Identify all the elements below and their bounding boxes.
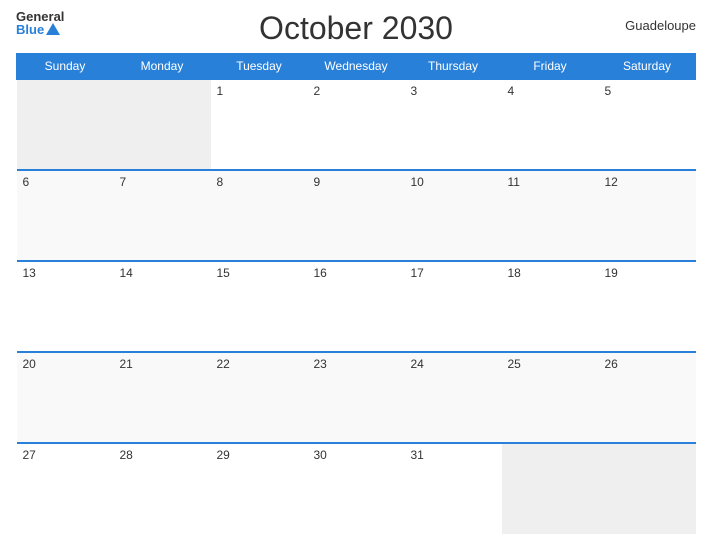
day-cell <box>17 79 114 170</box>
week-row-2: 6789101112 <box>17 170 696 261</box>
day-header-monday: Monday <box>114 54 211 80</box>
day-headers-row: SundayMondayTuesdayWednesdayThursdayFrid… <box>17 54 696 80</box>
week-row-5: 2728293031 <box>17 443 696 534</box>
day-cell: 11 <box>502 170 599 261</box>
day-cell: 22 <box>211 352 308 443</box>
day-cell: 3 <box>405 79 502 170</box>
day-cell: 24 <box>405 352 502 443</box>
day-cell: 7 <box>114 170 211 261</box>
logo-triangle-icon <box>46 23 60 35</box>
day-header-saturday: Saturday <box>599 54 696 80</box>
day-header-friday: Friday <box>502 54 599 80</box>
day-cell: 30 <box>308 443 405 534</box>
week-row-3: 13141516171819 <box>17 261 696 352</box>
day-cell: 9 <box>308 170 405 261</box>
day-cell: 17 <box>405 261 502 352</box>
week-row-1: 12345 <box>17 79 696 170</box>
calendar-table: SundayMondayTuesdayWednesdayThursdayFrid… <box>16 53 696 534</box>
calendar-header-row: SundayMondayTuesdayWednesdayThursdayFrid… <box>17 54 696 80</box>
day-cell <box>502 443 599 534</box>
day-cell: 28 <box>114 443 211 534</box>
day-cell: 15 <box>211 261 308 352</box>
day-cell: 5 <box>599 79 696 170</box>
month-title: October 2030 <box>259 10 453 47</box>
day-cell: 31 <box>405 443 502 534</box>
day-cell: 23 <box>308 352 405 443</box>
day-cell: 12 <box>599 170 696 261</box>
day-cell: 25 <box>502 352 599 443</box>
day-cell: 4 <box>502 79 599 170</box>
day-cell: 21 <box>114 352 211 443</box>
region-label: Guadeloupe <box>625 18 696 33</box>
day-cell: 19 <box>599 261 696 352</box>
week-row-4: 20212223242526 <box>17 352 696 443</box>
day-cell <box>114 79 211 170</box>
calendar-body: 1234567891011121314151617181920212223242… <box>17 79 696 534</box>
day-cell: 14 <box>114 261 211 352</box>
day-cell: 8 <box>211 170 308 261</box>
day-cell: 13 <box>17 261 114 352</box>
logo-blue-text: Blue <box>16 23 44 36</box>
calendar-header: General Blue October 2030 Guadeloupe <box>16 10 696 47</box>
logo: General Blue <box>16 10 64 36</box>
day-cell: 10 <box>405 170 502 261</box>
day-cell: 6 <box>17 170 114 261</box>
day-cell: 18 <box>502 261 599 352</box>
day-cell: 29 <box>211 443 308 534</box>
day-header-wednesday: Wednesday <box>308 54 405 80</box>
day-header-sunday: Sunday <box>17 54 114 80</box>
day-cell: 27 <box>17 443 114 534</box>
day-cell: 20 <box>17 352 114 443</box>
day-cell: 1 <box>211 79 308 170</box>
day-cell: 2 <box>308 79 405 170</box>
day-header-tuesday: Tuesday <box>211 54 308 80</box>
day-header-thursday: Thursday <box>405 54 502 80</box>
day-cell: 26 <box>599 352 696 443</box>
day-cell: 16 <box>308 261 405 352</box>
day-cell <box>599 443 696 534</box>
